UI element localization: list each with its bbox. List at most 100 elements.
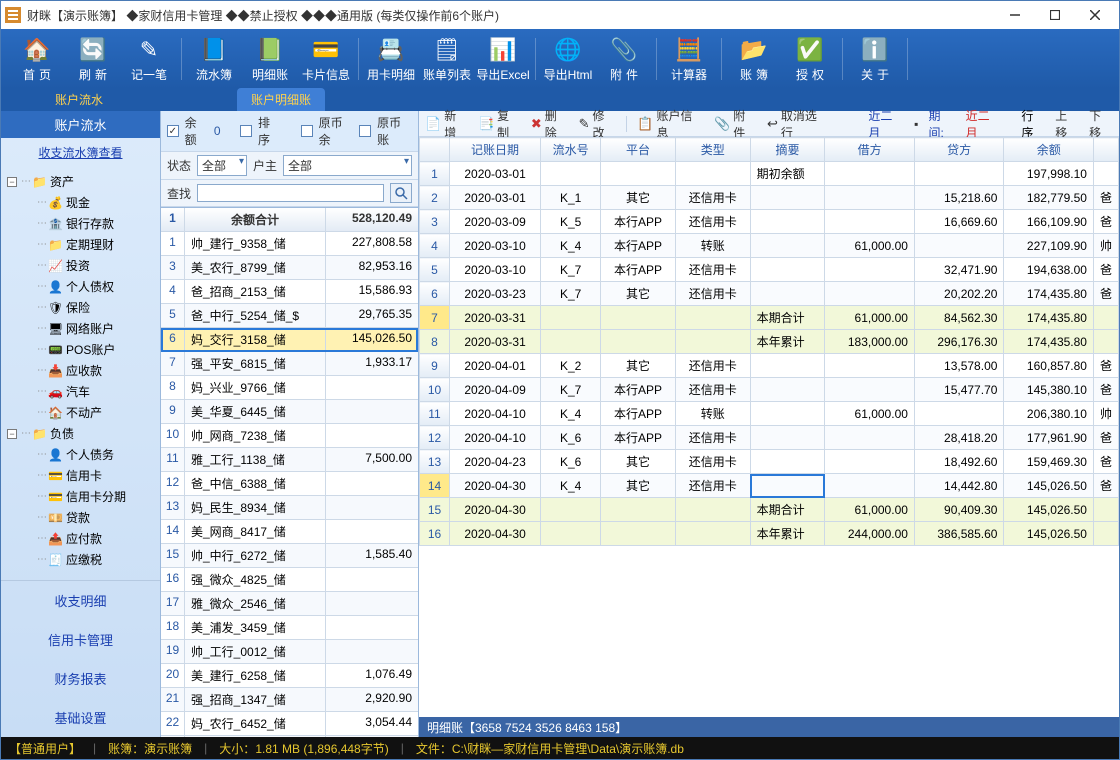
account-row[interactable]: 17雅_微众_2546_储 xyxy=(161,592,418,616)
account-row[interactable]: 5爸_中行_5254_储_$29,765.35 xyxy=(161,304,418,328)
grid-header[interactable]: 摘要 xyxy=(750,138,825,162)
account-row[interactable]: 12爸_中信_6388_储 xyxy=(161,472,418,496)
account-row[interactable]: 8妈_兴业_9766_储 xyxy=(161,376,418,400)
new-button[interactable]: 📄新增 xyxy=(425,107,468,141)
tree-item[interactable]: ⋯🏦银行存款 xyxy=(7,213,160,234)
account-row[interactable]: 22妈_农行_6452_储3,054.44 xyxy=(161,712,418,736)
account-row[interactable]: 16强_微众_4825_储 xyxy=(161,568,418,592)
toolbar-flow-button[interactable]: 📘流水簿 xyxy=(186,31,242,87)
search-button[interactable] xyxy=(390,183,412,203)
accounts-header-name[interactable]: 余额合计 xyxy=(185,208,326,231)
account-row[interactable]: 20美_建行_6258_储1,076.49 xyxy=(161,664,418,688)
grid-row[interactable]: 142020-04-30K_4其它还信用卡14,442.80145,026.50… xyxy=(420,474,1119,498)
account-row[interactable]: 6妈_交行_3158_储145,026.50 xyxy=(161,328,418,352)
grid-header[interactable]: 余额 xyxy=(1004,138,1094,162)
account-row[interactable]: 7强_平安_6815_储1,933.17 xyxy=(161,352,418,376)
owner-select[interactable]: 全部 xyxy=(283,155,412,176)
account-row[interactable]: 15帅_中行_6272_储1,585.40 xyxy=(161,544,418,568)
collapse-icon[interactable]: − xyxy=(7,177,17,187)
toolbar-write-button[interactable]: ✎记一笔 xyxy=(121,31,177,87)
account-row[interactable]: 13妈_民生_8934_储 xyxy=(161,496,418,520)
grid-row[interactable]: 162020-04-30本年累计244,000.00386,585.60145,… xyxy=(420,522,1119,546)
nav-flow-link[interactable]: 收支流水簿查看 xyxy=(1,138,160,167)
range-button[interactable]: 近二月 xyxy=(868,107,904,141)
nav-bottom-button[interactable]: 信用卡管理 xyxy=(1,620,160,659)
grid-header[interactable]: 流水号 xyxy=(541,138,601,162)
tree-item[interactable]: ⋯📈投资 xyxy=(7,255,160,276)
sectab-flow[interactable]: 账户流水 xyxy=(41,88,117,111)
grid-row[interactable]: 62020-03-23K_7其它还信用卡20,202.20174,435.80爸 xyxy=(420,282,1119,306)
tree-item[interactable]: ⋯📥应收款 xyxy=(7,360,160,381)
toolbar-ledger-button[interactable]: 📂账簿 xyxy=(726,31,782,87)
grid-header[interactable]: 贷方 xyxy=(914,138,1004,162)
toolbar-auth-button[interactable]: ✅授权 xyxy=(782,31,838,87)
accounts-header-num[interactable]: 1 xyxy=(161,208,185,231)
acctinfo-button[interactable]: 📋账户信息 xyxy=(637,107,704,141)
delete-button[interactable]: ✖删除 xyxy=(531,107,569,141)
tree-item[interactable]: ⋯📁定期理财 xyxy=(7,234,160,255)
sort-checkbox[interactable] xyxy=(240,125,252,137)
toolbar-html-button[interactable]: 🌐导出Html xyxy=(540,31,596,87)
grid-corner[interactable] xyxy=(420,138,450,162)
toolbar-attach-button[interactable]: 📎附件 xyxy=(596,31,652,87)
account-row[interactable]: 4爸_招商_2153_储15,586.93 xyxy=(161,280,418,304)
origacc-checkbox[interactable] xyxy=(359,125,371,137)
state-select[interactable]: 全部 xyxy=(197,155,247,176)
grid-row[interactable]: 112020-04-10K_4本行APP转账61,000.00206,380.1… xyxy=(420,402,1119,426)
grid-row[interactable]: 122020-04-10K_6本行APP还信用卡28,418.20177,961… xyxy=(420,426,1119,450)
origbal-checkbox[interactable] xyxy=(301,125,313,137)
tree-group[interactable]: −⋯📁资产 xyxy=(7,171,160,192)
tree-item[interactable]: ⋯💳信用卡 xyxy=(7,465,160,486)
minimize-button[interactable] xyxy=(995,3,1035,27)
toolbar-billlist-button[interactable]: 🗒账单列表 xyxy=(419,31,475,87)
account-row[interactable]: 9美_华夏_6445_储 xyxy=(161,400,418,424)
find-input[interactable] xyxy=(197,184,384,202)
close-button[interactable] xyxy=(1075,3,1115,27)
grid-row[interactable]: 22020-03-01K_1其它还信用卡15,218.60182,779.50爸 xyxy=(420,186,1119,210)
tree-item[interactable]: ⋯💰现金 xyxy=(7,192,160,213)
tree-item[interactable]: ⋯🖥网络账户 xyxy=(7,318,160,339)
grid-header[interactable]: 记账日期 xyxy=(450,138,541,162)
sectab-detail[interactable]: 账户明细账 xyxy=(237,88,325,111)
tree-item[interactable]: ⋯💴贷款 xyxy=(7,507,160,528)
detail-grid[interactable]: 记账日期流水号平台类型摘要借方贷方余额12020-03-01期初余额197,99… xyxy=(419,137,1119,717)
grid-row[interactable]: 152020-04-30本期合计61,000.0090,409.30145,02… xyxy=(420,498,1119,522)
maximize-button[interactable] xyxy=(1035,3,1075,27)
grid-row[interactable]: 102020-04-09K_7本行APP还信用卡15,477.70145,380… xyxy=(420,378,1119,402)
toolbar-cardbill-button[interactable]: 📇用卡明细 xyxy=(363,31,419,87)
grid-row[interactable]: 42020-03-10K_4本行APP转账61,000.00227,109.90… xyxy=(420,234,1119,258)
grid-header[interactable]: 平台 xyxy=(601,138,676,162)
toolbar-about-button[interactable]: ℹ️关于 xyxy=(847,31,903,87)
tree-item[interactable]: ⋯🧾应缴税 xyxy=(7,549,160,570)
nav-bottom-button[interactable]: 收支明细 xyxy=(1,581,160,620)
grid-header[interactable]: 借方 xyxy=(825,138,915,162)
tree-group[interactable]: −⋯📁负债 xyxy=(7,423,160,444)
grid-header[interactable]: 类型 xyxy=(675,138,750,162)
grid-row[interactable]: 32020-03-09K_5本行APP还信用卡16,669.60166,109.… xyxy=(420,210,1119,234)
grid-header-ext[interactable] xyxy=(1093,138,1118,162)
movedown-button[interactable]: 下移 xyxy=(1089,107,1113,141)
grid-row[interactable]: 72020-03-31本期合计61,000.0084,562.30174,435… xyxy=(420,306,1119,330)
toolbar-refresh-button[interactable]: 🔄刷新 xyxy=(65,31,121,87)
grid-row[interactable]: 52020-03-10K_7本行APP还信用卡32,471.90194,638.… xyxy=(420,258,1119,282)
grid-row[interactable]: 132020-04-23K_6其它还信用卡18,492.60159,469.30… xyxy=(420,450,1119,474)
moveup-button[interactable]: 上移 xyxy=(1055,107,1079,141)
account-row[interactable]: 10帅_网商_7238_储 xyxy=(161,424,418,448)
nav-bottom-button[interactable]: 基础设置 xyxy=(1,698,160,737)
cancel-sel-button[interactable]: ↩取消选行 xyxy=(767,107,829,141)
collapse-icon[interactable]: − xyxy=(7,429,17,439)
account-row[interactable]: 19帅_工行_0012_储 xyxy=(161,640,418,664)
copy-button[interactable]: 📑复制 xyxy=(478,107,521,141)
attach-button[interactable]: 📎附件 xyxy=(714,107,757,141)
nav-bottom-button[interactable]: 财务报表 xyxy=(1,659,160,698)
toolbar-calc-button[interactable]: 🧮计算器 xyxy=(661,31,717,87)
tree-item[interactable]: ⋯👤个人债权 xyxy=(7,276,160,297)
tree-item[interactable]: ⋯🏠不动产 xyxy=(7,402,160,423)
tree-item[interactable]: ⋯🛡保险 xyxy=(7,297,160,318)
account-row[interactable]: 21强_招商_1347_储2,920.90 xyxy=(161,688,418,712)
balance-checkbox[interactable]: ✓ xyxy=(167,125,179,137)
account-row[interactable]: 14美_网商_8417_储 xyxy=(161,520,418,544)
toolbar-home-button[interactable]: 🏠首页 xyxy=(9,31,65,87)
grid-row[interactable]: 92020-04-01K_2其它还信用卡13,578.00160,857.80爸 xyxy=(420,354,1119,378)
account-row[interactable]: 18美_浦发_3459_储 xyxy=(161,616,418,640)
